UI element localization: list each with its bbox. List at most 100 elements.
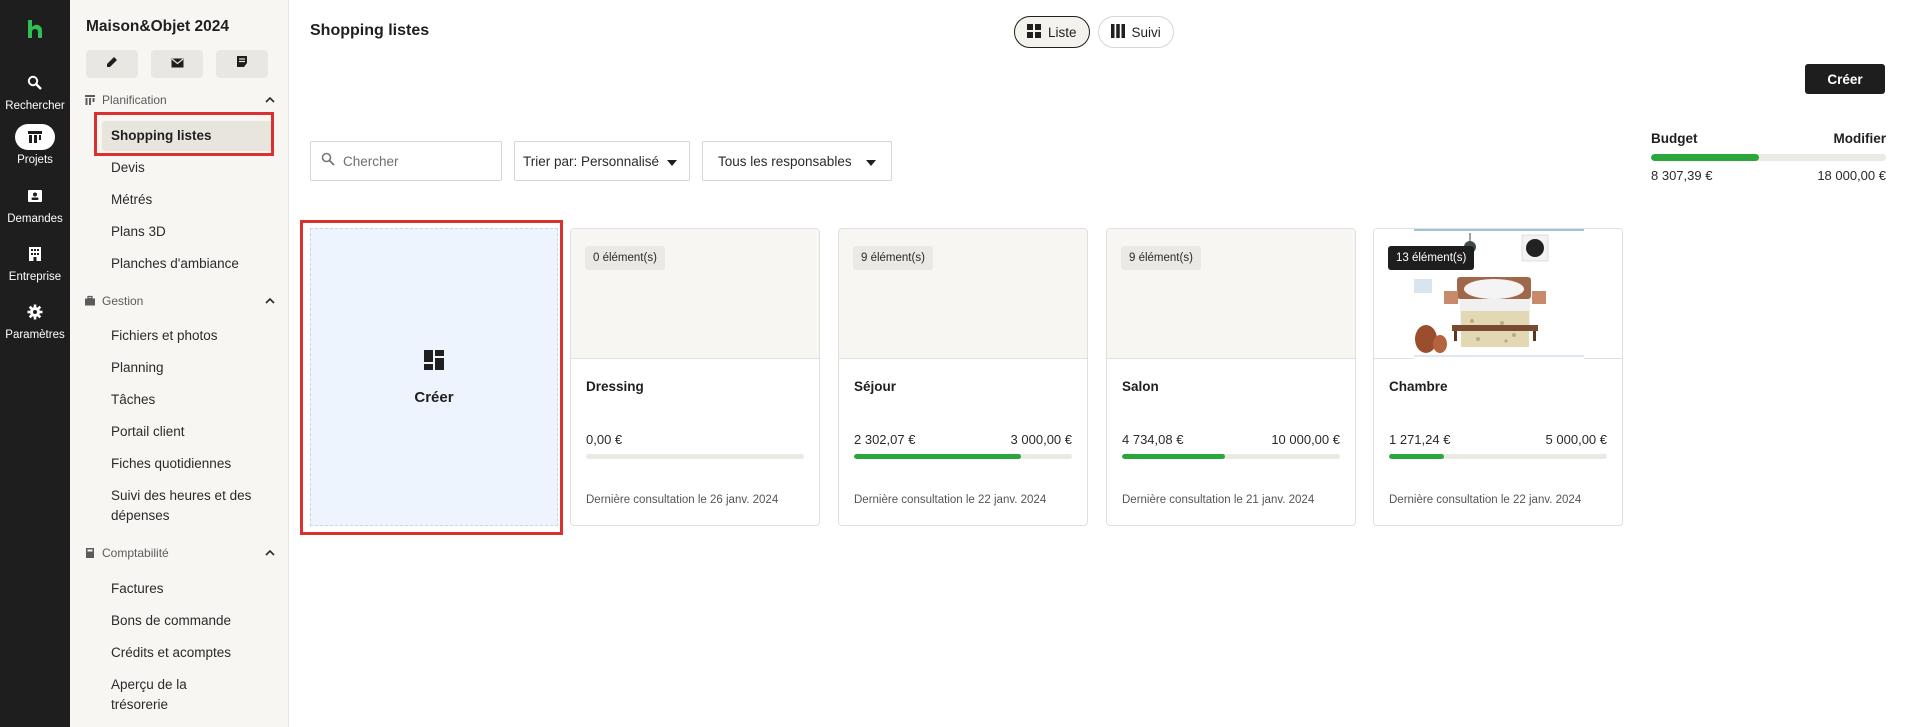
edit-button[interactable]: [86, 50, 138, 78]
section-gestion[interactable]: Gestion: [84, 294, 276, 308]
view-liste-button[interactable]: Liste: [1014, 16, 1090, 48]
dashboard-add-icon: [422, 348, 446, 377]
rail-item-settings[interactable]: Paramètres: [0, 299, 70, 341]
card-title: Chambre: [1389, 379, 1448, 394]
search-field[interactable]: [310, 141, 502, 181]
budget-edit-link[interactable]: Modifier: [1834, 131, 1887, 146]
item-count-badge: 9 élément(s): [1121, 246, 1201, 270]
card-title: Séjour: [854, 379, 897, 394]
card-progress-bar: [1122, 454, 1340, 459]
caret-down-icon: [865, 154, 876, 169]
card-progress-fill: [1389, 454, 1445, 459]
app-rail: Rechercher Projets Demandes Entreprise P…: [0, 0, 70, 727]
card-progress-bar: [586, 454, 804, 459]
calculator-icon: [84, 547, 96, 559]
card-amount: 0,00 €: [586, 432, 623, 447]
list-card-dressing[interactable]: 0 élément(s) Dressing 0,00 € Dernière co…: [570, 228, 820, 526]
page-title: Shopping listes: [310, 22, 430, 39]
card-budget: 3 000,00 €: [1010, 432, 1072, 447]
card-title: Salon: [1122, 379, 1159, 394]
search-input[interactable]: [343, 153, 483, 169]
card-thumbnail: 9 élément(s): [839, 229, 1087, 359]
section-planification[interactable]: Planification: [84, 93, 276, 107]
sidebar-item-suivi-heures-depenses[interactable]: Suivi des heures et des dépenses: [111, 486, 261, 526]
card-budget: 5 000,00 €: [1545, 432, 1607, 447]
sort-label: Trier par: Personnalisé: [523, 153, 660, 169]
sidebar-item-metres[interactable]: Métrés: [111, 190, 271, 210]
note-button[interactable]: [216, 50, 268, 78]
card-progress-bar: [1389, 454, 1607, 459]
budget-spent: 8 307,39 €: [1651, 168, 1713, 183]
chevron-up-icon: [264, 547, 276, 559]
gear-icon: [15, 299, 55, 325]
create-list-button[interactable]: Créer: [1805, 64, 1885, 94]
app-logo-icon[interactable]: [25, 18, 45, 40]
chevron-up-icon: [264, 94, 276, 106]
requests-icon: [15, 183, 55, 209]
sidebar-item-shopping-listes[interactable]: Shopping listes: [102, 121, 272, 151]
card-last-viewed: Dernière consultation le 21 janv. 2024: [1122, 494, 1315, 506]
sidebar-item-portail-client[interactable]: Portail client: [111, 422, 271, 442]
section-label: Gestion: [102, 294, 144, 308]
list-card-chambre[interactable]: 13 élément(s) Chambre 1 271,24 € 5 000,0…: [1373, 228, 1623, 526]
planning-icon: [84, 94, 96, 106]
rail-item-search[interactable]: Rechercher: [0, 70, 70, 112]
sidebar-item-credits-acomptes[interactable]: Crédits et acomptes: [111, 643, 271, 663]
budget-summary: Budget Modifier 8 307,39 € 18 000,00 €: [1651, 131, 1886, 183]
search-icon: [321, 152, 335, 171]
sidebar-item-devis[interactable]: Devis: [111, 158, 271, 178]
list-card-salon[interactable]: 9 élément(s) Salon 4 734,08 € 10 000,00 …: [1106, 228, 1356, 526]
caret-down-icon: [667, 154, 678, 169]
view-label: Liste: [1048, 24, 1077, 40]
card-amount: 1 271,24 €: [1389, 432, 1451, 447]
view-label: Suivi: [1131, 24, 1161, 40]
section-label: Planification: [102, 93, 167, 107]
card-last-viewed: Dernière consultation le 22 janv. 2024: [1389, 494, 1582, 506]
card-title: Dressing: [586, 379, 644, 394]
list-card-sejour[interactable]: 9 élément(s) Séjour 2 302,07 € 3 000,00 …: [838, 228, 1088, 526]
building-icon: [15, 241, 55, 267]
sidebar-item-bons-commande[interactable]: Bons de commande: [111, 611, 271, 631]
card-progress-fill: [854, 454, 1022, 459]
sidebar-item-taches[interactable]: Tâches: [111, 390, 271, 410]
owner-dropdown[interactable]: Tous les responsables: [702, 141, 892, 181]
sort-dropdown[interactable]: Trier par: Personnalisé: [514, 141, 690, 181]
card-progress-fill: [1122, 454, 1226, 459]
sidebar-item-fiches-quotidiennes[interactable]: Fiches quotidiennes: [111, 454, 271, 474]
sidebar-item-factures[interactable]: Factures: [111, 579, 271, 599]
card-amount: 2 302,07 €: [854, 432, 916, 447]
budget-label: Budget: [1651, 131, 1698, 146]
sidebar-item-planches-ambiance[interactable]: Planches d'ambiance: [111, 254, 271, 274]
item-count-badge: 0 élément(s): [585, 246, 665, 270]
sidebar-item-plans-3d[interactable]: Plans 3D: [111, 222, 271, 242]
rail-item-company[interactable]: Entreprise: [0, 241, 70, 283]
rail-item-requests[interactable]: Demandes: [0, 183, 70, 225]
rail-item-label: Entreprise: [8, 271, 62, 283]
mail-button[interactable]: [151, 50, 203, 78]
project-title: Maison&Objet 2024: [86, 18, 229, 35]
item-count-badge: 13 élément(s): [1388, 246, 1475, 270]
card-thumbnail: 9 élément(s): [1107, 229, 1355, 359]
main-content: Shopping listes Liste Suivi Créer Trier …: [289, 0, 1906, 727]
sidebar-item-planning[interactable]: Planning: [111, 358, 271, 378]
rail-item-label: Paramètres: [5, 329, 65, 341]
section-comptabilite[interactable]: Comptabilité: [84, 546, 276, 560]
card-budget: 10 000,00 €: [1271, 432, 1340, 447]
item-count-badge: 9 élément(s): [853, 246, 933, 270]
rail-item-projects[interactable]: Projets: [0, 124, 70, 166]
create-list-card[interactable]: Créer: [310, 228, 558, 526]
card-progress-bar: [854, 454, 1072, 459]
card-last-viewed: Dernière consultation le 26 janv. 2024: [586, 494, 779, 506]
briefcase-icon: [84, 295, 96, 307]
grid-icon: [1027, 23, 1041, 41]
rail-item-label: Rechercher: [5, 100, 65, 112]
sidebar-item-apercu-tresorerie[interactable]: Aperçu de la trésorerie: [111, 675, 231, 715]
sidebar-item-fichiers-photos[interactable]: Fichiers et photos: [111, 326, 271, 346]
sidebar-toolbar: [86, 50, 268, 78]
card-amount: 4 734,08 €: [1122, 432, 1184, 447]
card-thumbnail: 0 élément(s): [571, 229, 819, 359]
view-suivi-button[interactable]: Suivi: [1097, 16, 1174, 48]
mail-icon: [171, 55, 184, 73]
budget-progress-bar: [1651, 154, 1886, 161]
section-label: Comptabilité: [102, 546, 169, 560]
